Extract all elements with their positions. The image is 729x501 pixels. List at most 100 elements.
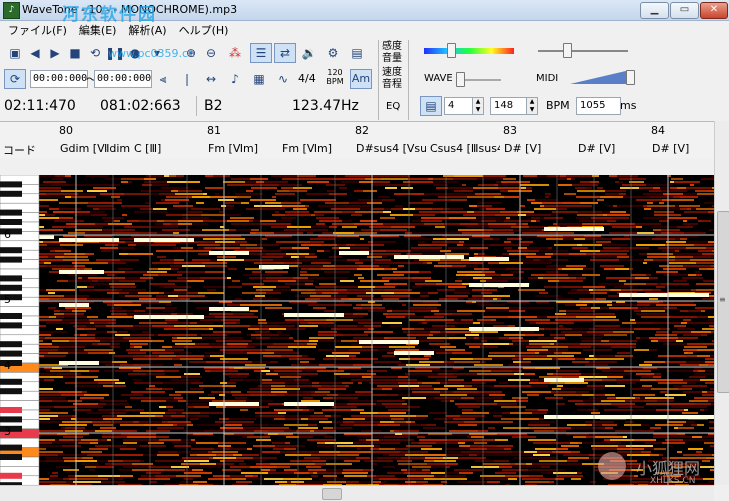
- horizontal-scroll-thumb[interactable]: [322, 488, 342, 500]
- black-key[interactable]: [0, 350, 22, 357]
- spectrogram-canvas[interactable]: [39, 175, 714, 485]
- detected-note[interactable]: [619, 293, 709, 297]
- minimize-button[interactable]: ▁: [640, 2, 669, 19]
- detected-note[interactable]: [544, 227, 604, 231]
- menu-help[interactable]: ヘルプ(H): [173, 20, 235, 40]
- vertical-scrollbar[interactable]: ≡: [714, 121, 729, 485]
- ticks-input[interactable]: 148: [490, 97, 529, 115]
- black-key[interactable]: [0, 341, 22, 348]
- black-key[interactable]: [0, 219, 22, 225]
- black-key[interactable]: [0, 378, 22, 385]
- bpm-ms-input[interactable]: 1055: [576, 97, 621, 115]
- volume-slider-track[interactable]: [538, 50, 628, 52]
- black-key[interactable]: [0, 190, 22, 197]
- midi-slider-thumb[interactable]: [626, 70, 635, 85]
- detected-note[interactable]: [209, 402, 259, 406]
- chord-label[interactable]: C [Ⅲ]: [134, 142, 202, 155]
- bpm-bottom-label: BPM: [326, 77, 344, 86]
- ticks-spinner[interactable]: ▲ ▼: [526, 97, 538, 115]
- black-key[interactable]: [0, 444, 22, 451]
- detected-note[interactable]: [39, 235, 54, 239]
- book-icon[interactable]: ▤: [346, 43, 368, 63]
- black-key[interactable]: [0, 209, 22, 216]
- detected-note[interactable]: [59, 270, 104, 274]
- volume-icon[interactable]: 🔉: [298, 43, 320, 63]
- black-key[interactable]: [0, 247, 22, 254]
- black-key[interactable]: [0, 407, 22, 413]
- black-key[interactable]: [0, 388, 22, 395]
- detected-note[interactable]: [59, 361, 99, 365]
- open-file-icon[interactable]: ▣: [4, 43, 26, 63]
- detected-note[interactable]: [394, 255, 464, 259]
- end-time-field[interactable]: 00:00:000: [94, 70, 152, 88]
- loop-icon[interactable]: ⟲: [84, 43, 106, 63]
- black-key[interactable]: [0, 322, 22, 329]
- chord-label[interactable]: Fm [Ⅵm]: [282, 142, 350, 155]
- key-button[interactable]: Am: [350, 69, 372, 89]
- black-key[interactable]: [0, 181, 22, 188]
- beats-spinner[interactable]: ▲ ▼: [472, 97, 484, 115]
- detected-note[interactable]: [134, 238, 194, 242]
- black-key[interactable]: [0, 454, 22, 460]
- chord-label[interactable]: D# [Ⅴ]: [652, 142, 712, 155]
- time-signature-button[interactable]: 4/4: [298, 72, 316, 85]
- sensitivity-slider-thumb[interactable]: [447, 43, 456, 58]
- detected-note[interactable]: [639, 415, 714, 419]
- width-icon[interactable]: ↔: [200, 69, 222, 89]
- chord-label[interactable]: D#sus4 [Ⅴsus4]: [356, 142, 426, 155]
- black-key[interactable]: [0, 284, 22, 291]
- detected-note[interactable]: [209, 251, 249, 255]
- detected-note[interactable]: [339, 251, 369, 255]
- table-icon[interactable]: ▦: [248, 69, 270, 89]
- maximize-button[interactable]: ▭: [670, 2, 699, 19]
- chord-label[interactable]: Fm [Ⅵm]: [208, 142, 276, 155]
- detected-note[interactable]: [59, 238, 119, 242]
- menu-analyze[interactable]: 解析(A): [122, 20, 172, 40]
- sync-icon[interactable]: ⟳: [4, 69, 26, 89]
- split-icon[interactable]: ⫷: [152, 69, 174, 89]
- menu-edit[interactable]: 編集(E): [73, 20, 123, 40]
- stop-icon[interactable]: ■: [64, 43, 86, 63]
- wave-slider-thumb[interactable]: [456, 72, 465, 87]
- piano-keys[interactable]: [0, 175, 39, 485]
- note-icon[interactable]: ♪: [224, 69, 246, 89]
- detected-note[interactable]: [469, 327, 539, 331]
- eq-button[interactable]: EQ: [386, 101, 400, 112]
- menu-file[interactable]: ファイル(F): [2, 20, 73, 40]
- detected-note[interactable]: [59, 303, 89, 307]
- black-key[interactable]: [0, 256, 22, 263]
- grid-snap-icon[interactable]: ▤: [420, 96, 442, 116]
- black-key[interactable]: [0, 472, 22, 479]
- settings-icon[interactable]: ⚙: [322, 43, 344, 63]
- detected-note[interactable]: [209, 307, 249, 311]
- play-icon[interactable]: ▶: [44, 43, 66, 63]
- waveform-icon[interactable]: ⁂: [224, 43, 246, 63]
- close-button[interactable]: ✕: [700, 2, 728, 19]
- detected-note[interactable]: [469, 257, 509, 261]
- zoom-out-icon[interactable]: ⊖: [200, 43, 222, 63]
- chord-label[interactable]: D# [Ⅴ]: [578, 142, 646, 155]
- horizontal-scrollbar[interactable]: [0, 485, 714, 501]
- detected-note[interactable]: [284, 402, 334, 406]
- piano-keyboard[interactable]: 6 5 4 3: [0, 175, 40, 485]
- detected-note[interactable]: [394, 351, 434, 355]
- start-time-field[interactable]: 00:00:000: [30, 70, 88, 88]
- curve-icon[interactable]: ∿: [272, 69, 294, 89]
- bpm-button[interactable]: 120 BPM: [324, 68, 346, 86]
- detected-note[interactable]: [359, 340, 419, 344]
- chord-label[interactable]: Csus4 [Ⅲsus4]: [430, 142, 500, 155]
- black-key[interactable]: [0, 313, 22, 319]
- volume-slider-thumb[interactable]: [563, 43, 572, 58]
- detected-note[interactable]: [134, 315, 204, 319]
- detected-note[interactable]: [544, 378, 584, 382]
- chord-label[interactable]: Gdim [Ⅶdim]: [60, 142, 130, 155]
- black-key[interactable]: [0, 416, 22, 423]
- grid-view-icon[interactable]: ☰: [250, 43, 272, 63]
- swap-icon[interactable]: ⇄: [274, 43, 296, 63]
- mic-icon[interactable]: ❘: [176, 69, 198, 89]
- detected-note[interactable]: [259, 265, 289, 269]
- spectrogram-view[interactable]: [39, 175, 714, 485]
- rewind-icon[interactable]: ◀: [24, 43, 46, 63]
- chord-label[interactable]: D# [Ⅴ]: [504, 142, 572, 155]
- black-key[interactable]: [0, 275, 22, 282]
